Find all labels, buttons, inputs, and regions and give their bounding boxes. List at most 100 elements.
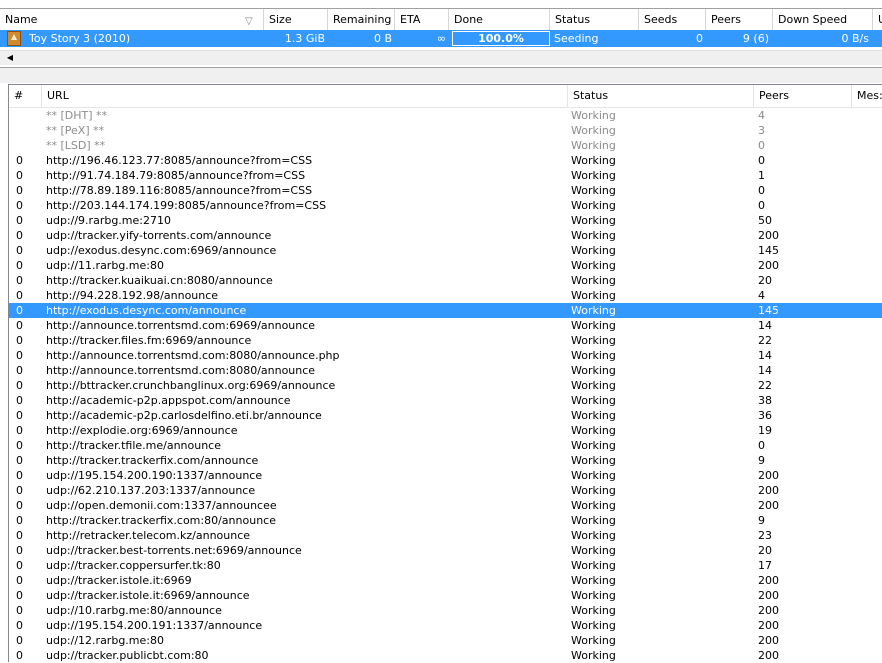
- column-header-eta[interactable]: ETA: [395, 9, 449, 30]
- tracker-row[interactable]: ** [LSD] ** Working 0: [9, 138, 882, 153]
- tracker-row[interactable]: 0 http://203.144.174.199:8085/announce?fr…: [9, 198, 882, 213]
- tracker-url: udp://9.rarbg.me:2710: [46, 214, 171, 227]
- tracker-row[interactable]: 0 http://retracker.telecom.kz/announce Wor…: [9, 528, 882, 543]
- torrent-status: Seeding: [554, 32, 599, 45]
- tracker-number: 0: [16, 214, 23, 227]
- tracker-number: 0: [16, 529, 23, 542]
- tracker-row[interactable]: 0 udp://9.rarbg.me:2710 Working 50: [9, 213, 882, 228]
- tracker-url: http://announce.torrentsmd.com:6969/anno…: [46, 319, 316, 332]
- torrent-row[interactable]: Toy Story 3 (2010) 1.3 GiB 0 B ∞ 100.0% …: [0, 30, 882, 47]
- tracker-number: 0: [16, 424, 23, 437]
- tracker-peers: 200: [758, 229, 779, 242]
- column-header-status[interactable]: Status: [568, 85, 754, 107]
- column-label: Name: [5, 13, 38, 26]
- torrent-remaining: 0 B: [373, 32, 392, 45]
- tracker-url: http://tracker.files.fm:6969/announce: [46, 334, 252, 347]
- column-header-up-speed[interactable]: U: [873, 9, 882, 30]
- tracker-url: http://tracker.trackerfix.com/announce: [46, 454, 259, 467]
- tracker-number: 0: [16, 634, 23, 647]
- tracker-status: Working: [571, 229, 616, 242]
- tracker-peers: 38: [758, 394, 772, 407]
- tracker-row[interactable]: 0 http://announce.torrentsmd.com:6969/ann…: [9, 318, 882, 333]
- column-header-message[interactable]: Mes:: [852, 85, 882, 107]
- tracker-row[interactable]: 0 udp://11.rarbg.me:80 Working 200: [9, 258, 882, 273]
- tracker-list: # URL Status Peers Mes: ** [DHT] ** Worki…: [8, 84, 882, 662]
- tracker-number: 0: [16, 514, 23, 527]
- column-header-down-speed[interactable]: Down Speed: [773, 9, 873, 30]
- tracker-row[interactable]: 0 udp://exodus.desync.com:6969/announce Wo…: [9, 243, 882, 258]
- tracker-url: udp://tracker.coppersurfer.tk:80: [46, 559, 221, 572]
- column-header-done[interactable]: Done: [449, 9, 550, 30]
- tracker-row[interactable]: 0 http://94.228.192.98/announce Working 4: [9, 288, 882, 303]
- tracker-row[interactable]: 0 udp://62.210.137.203:1337/announce Worki…: [9, 483, 882, 498]
- scroll-left-arrow-icon[interactable]: ◀: [3, 52, 17, 64]
- tracker-row[interactable]: 0 http://tracker.trackerfix.com:80/announ…: [9, 513, 882, 528]
- tracker-row[interactable]: 0 http://91.74.184.79:8085/announce?from=…: [9, 168, 882, 183]
- column-header-number[interactable]: #: [9, 85, 42, 107]
- tracker-number: 0: [16, 274, 23, 287]
- tracker-status: Working: [571, 439, 616, 452]
- tracker-row[interactable]: 0 udp://tracker.istole.it:6969/announce Wo…: [9, 588, 882, 603]
- column-header-name[interactable]: Name ▽: [0, 9, 264, 30]
- tracker-row[interactable]: 0 http://tracker.kuaikuai.cn:8080/announc…: [9, 273, 882, 288]
- tracker-row[interactable]: 0 http://explodie.org:6969/announce Workin…: [9, 423, 882, 438]
- tracker-status: Working: [571, 184, 616, 197]
- tracker-number: 0: [16, 484, 23, 497]
- column-header-remaining[interactable]: Remaining: [328, 9, 395, 30]
- tracker-row[interactable]: 0 http://bttracker.crunchbanglinux.org:69…: [9, 378, 882, 393]
- tracker-status: Working: [571, 559, 616, 572]
- tracker-peers: 145: [758, 304, 779, 317]
- column-header-peers[interactable]: Peers: [706, 9, 773, 30]
- torrent-list: Name ▽ Size Remaining ETA Done Status Se…: [0, 0, 882, 68]
- column-header-peers[interactable]: Peers: [754, 85, 852, 107]
- tracker-row[interactable]: 0 udp://tracker.istole.it:6969 Working 200: [9, 573, 882, 588]
- tracker-status: Working: [571, 199, 616, 212]
- tracker-row[interactable]: 0 udp://tracker.yify-torrents.com/announc…: [9, 228, 882, 243]
- tracker-url: http://announce.torrentsmd.com:8080/anno…: [46, 349, 340, 362]
- tracker-row[interactable]: ** [PeX] ** Working 3: [9, 123, 882, 138]
- tracker-status: Working: [571, 499, 616, 512]
- tracker-row[interactable]: 0 udp://195.154.200.191:1337/announce Work…: [9, 618, 882, 633]
- torrent-down-speed: 0 B/s: [841, 32, 869, 45]
- tracker-row[interactable]: ** [DHT] ** Working 4: [9, 108, 882, 123]
- tracker-row[interactable]: 0 http://78.89.189.116:8085/announce?from…: [9, 183, 882, 198]
- column-header-seeds[interactable]: Seeds: [639, 9, 706, 30]
- tracker-row[interactable]: 0 http://exodus.desync.com/announce Workin…: [9, 303, 882, 318]
- tracker-row[interactable]: 0 http://tracker.files.fm:6969/announce Wo…: [9, 333, 882, 348]
- tracker-url: udp://tracker.istole.it:6969: [46, 574, 192, 587]
- column-header-size[interactable]: Size: [264, 9, 328, 30]
- tracker-row[interactable]: 0 http://academic-p2p.appspot.com/announc…: [9, 393, 882, 408]
- tracker-peers: 0: [758, 439, 765, 452]
- tracker-row[interactable]: 0 udp://tracker.coppersurfer.tk:80 Working…: [9, 558, 882, 573]
- tracker-row[interactable]: 0 http://196.46.123.77:8085/announce?from…: [9, 153, 882, 168]
- tracker-peers: 4: [758, 289, 765, 302]
- tracker-row[interactable]: 0 http://announce.torrentsmd.com:8080/ann…: [9, 363, 882, 378]
- tracker-row[interactable]: 0 udp://open.demonii.com:1337/announcee Wo…: [9, 498, 882, 513]
- tracker-url: http://academic-p2p.carlosdelfino.eti.br…: [46, 409, 322, 422]
- tracker-row[interactable]: 0 udp://195.154.200.190:1337/announce Work…: [9, 468, 882, 483]
- tracker-status: Working: [571, 154, 616, 167]
- tracker-peers: 14: [758, 319, 772, 332]
- tracker-number: 0: [16, 349, 23, 362]
- tracker-status: Working: [571, 619, 616, 632]
- tracker-row[interactable]: 0 http://academic-p2p.carlosdelfino.eti.b…: [9, 408, 882, 423]
- tracker-url: udp://62.210.137.203:1337/announce: [46, 484, 256, 497]
- column-header-status[interactable]: Status: [550, 9, 639, 30]
- tracker-row[interactable]: 0 http://tracker.tfile.me/announce Working…: [9, 438, 882, 453]
- tracker-peers: 200: [758, 484, 779, 497]
- column-header-url[interactable]: URL: [42, 85, 568, 107]
- tracker-url: http://tracker.kuaikuai.cn:8080/announce: [46, 274, 273, 287]
- tracker-status: Working: [571, 394, 616, 407]
- tracker-status: Working: [571, 544, 616, 557]
- tracker-row[interactable]: 0 udp://12.rarbg.me:80 Working 200: [9, 633, 882, 648]
- tracker-row[interactable]: 0 udp://tracker.best-torrents.net:6969/an…: [9, 543, 882, 558]
- tracker-number: 0: [16, 454, 23, 467]
- tracker-row[interactable]: 0 http://announce.torrentsmd.com:8080/ann…: [9, 348, 882, 363]
- tracker-number: 0: [16, 589, 23, 602]
- tracker-url: http://exodus.desync.com/announce: [46, 304, 247, 317]
- tracker-url: udp://tracker.best-torrents.net:6969/ann…: [46, 544, 302, 557]
- pane-splitter[interactable]: [0, 67, 882, 83]
- horizontal-scrollbar[interactable]: ◀: [0, 50, 882, 65]
- tracker-row[interactable]: 0 udp://10.rarbg.me:80/announce Working 200: [9, 603, 882, 618]
- tracker-row[interactable]: 0 http://tracker.trackerfix.com/announce W…: [9, 453, 882, 468]
